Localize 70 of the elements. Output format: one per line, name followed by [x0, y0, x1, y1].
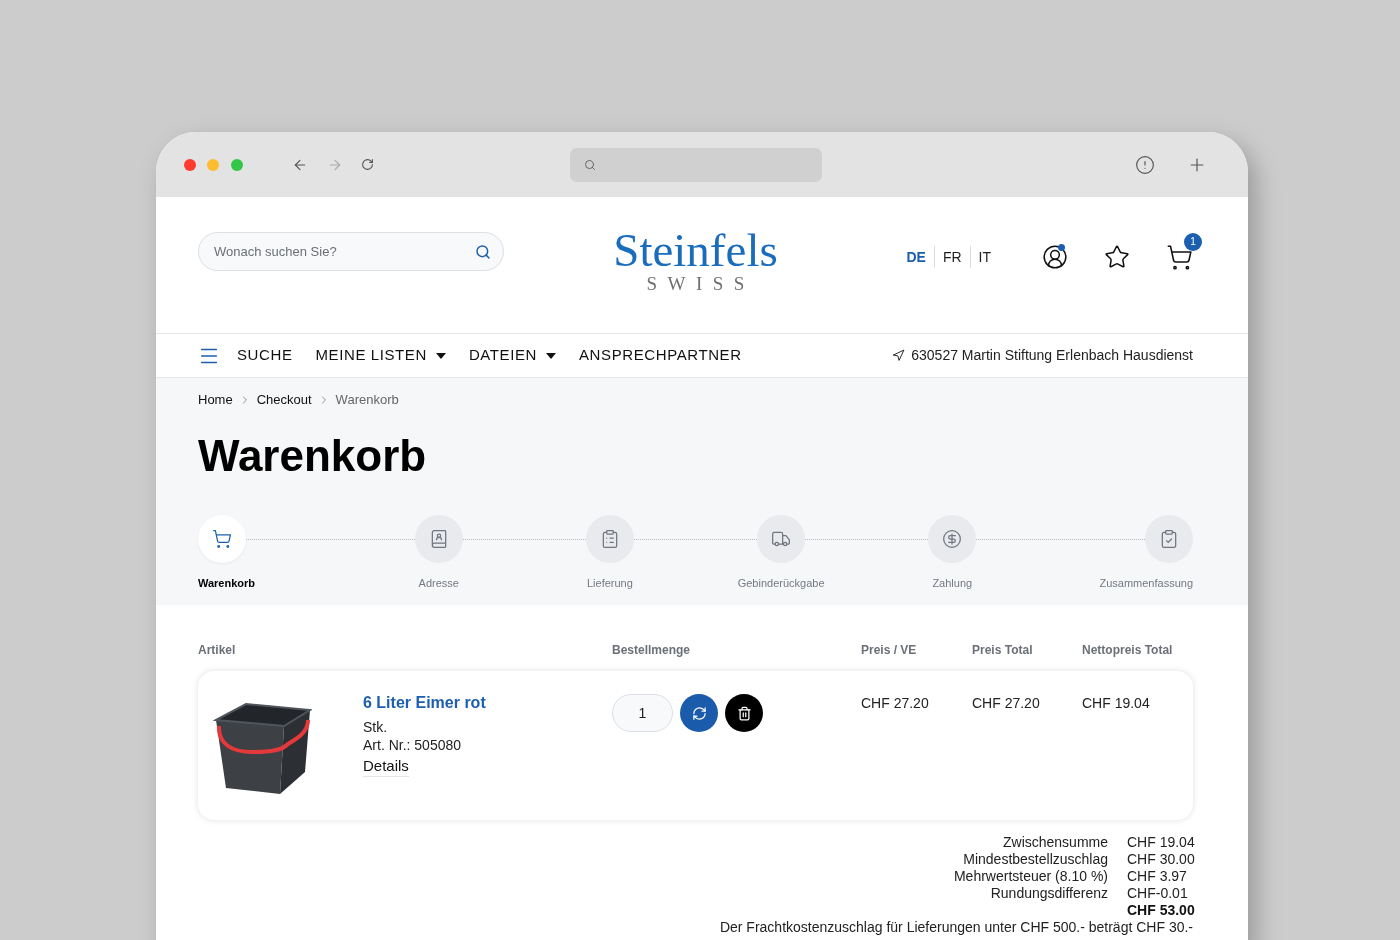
step-button[interactable] — [414, 515, 463, 563]
column-heading: Preis / VE — [861, 642, 917, 658]
info-icon[interactable] — [1135, 154, 1155, 175]
column-heading: Preis Total — [972, 642, 1033, 658]
nav-menu-item[interactable]: MEINE LISTEN — [315, 344, 446, 367]
window-close-icon[interactable] — [184, 158, 196, 171]
clipboard-check-icon — [1159, 529, 1179, 549]
step-label: Zahlung — [932, 576, 973, 590]
total-value: CHF 53.00 — [1127, 902, 1195, 919]
language-option[interactable]: DE — [898, 246, 934, 268]
product-name-link[interactable]: 6 Liter Eimer rot — [363, 694, 486, 712]
cart-count-badge: 1 — [1184, 232, 1202, 251]
navigation-arrow-icon — [892, 349, 906, 362]
step-label: Warenkorb — [198, 576, 256, 590]
step-button[interactable] — [198, 515, 246, 563]
step-button[interactable] — [1145, 515, 1193, 563]
total-label: Rundungsdifferenz — [990, 885, 1108, 902]
total-value: CHF-0.01 — [1127, 885, 1188, 902]
step-label: Adresse — [418, 576, 459, 590]
step-button[interactable] — [757, 515, 806, 563]
breadcrumb-current: Warenkorb — [335, 392, 399, 408]
truck-icon — [771, 529, 792, 549]
nav-menu-item[interactable]: DATEIEN — [468, 344, 556, 367]
search-field[interactable]: Wonach suchen Sie? — [198, 232, 504, 271]
star-icon[interactable] — [1104, 244, 1130, 270]
step-button[interactable] — [585, 515, 634, 563]
unit-price-text: CHF 27.20 — [861, 694, 929, 712]
step-label: Zusammenfassung — [1099, 576, 1193, 590]
delete-button[interactable] — [725, 694, 763, 732]
net-price-total-text: CHF 19.04 — [1082, 694, 1150, 712]
language-option[interactable]: IT — [969, 246, 999, 268]
column-heading: Artikel — [198, 642, 236, 658]
logo-wordmark: Steinfels — [613, 226, 778, 274]
language-option[interactable]: FR — [933, 246, 970, 268]
user-account-icon[interactable] — [1042, 244, 1068, 270]
step-label: Gebinderückgabe — [737, 576, 825, 590]
step-button[interactable] — [928, 515, 977, 563]
column-heading: Nettopreis Total — [1082, 642, 1173, 658]
article-number-text: Art. Nr.: 505080 — [363, 736, 462, 754]
price-total-text: CHF 27.20 — [972, 694, 1040, 712]
trash-icon — [736, 705, 752, 721]
column-heading: Bestellmenge — [612, 642, 691, 658]
nav-menu-item[interactable]: SUCHE — [237, 344, 293, 367]
caret-down-icon — [435, 352, 446, 359]
search-icon — [583, 158, 596, 171]
caret-down-icon — [546, 352, 556, 359]
total-label: Mehrwertsteuer (8.10 %) — [953, 868, 1108, 885]
location-text: 630527 Martin Stiftung Erlenbach Hausdienst — [911, 346, 1193, 365]
step-label: Lieferung — [587, 576, 633, 590]
breadcrumb-link[interactable]: Home — [198, 392, 233, 408]
cart-icon — [212, 529, 232, 549]
total-label: Zwischensumme — [1002, 834, 1108, 851]
total-label: Mindestbestellzuschlag — [963, 851, 1108, 868]
quantity-field[interactable]: 1 — [612, 694, 673, 732]
details-link[interactable]: Details — [363, 756, 409, 777]
freight-note-text: Der Frachtkostenzuschlag für Lieferungen unter CHF 500.- beträgt CHF 30.- — [719, 919, 1193, 935]
cart-icon[interactable] — [1166, 243, 1193, 271]
total-value: CHF 30.00 — [1127, 851, 1195, 868]
refresh-icon — [691, 705, 707, 721]
logo-tagline: SWISS — [645, 274, 755, 293]
nav-menu-item[interactable]: ANSPRECHPARTNER — [579, 344, 742, 367]
total-value: CHF 3.97 — [1127, 868, 1187, 885]
refresh-button[interactable] — [680, 694, 718, 732]
dollar-coin-icon — [942, 529, 963, 549]
page-title: Warenkorb — [198, 432, 427, 480]
search-icon[interactable] — [475, 244, 491, 260]
reload-icon[interactable] — [361, 158, 374, 171]
total-value: CHF 19.04 — [1127, 834, 1195, 851]
unit-text: Stk. — [363, 718, 388, 736]
breadcrumb-link[interactable]: Checkout — [256, 392, 312, 408]
